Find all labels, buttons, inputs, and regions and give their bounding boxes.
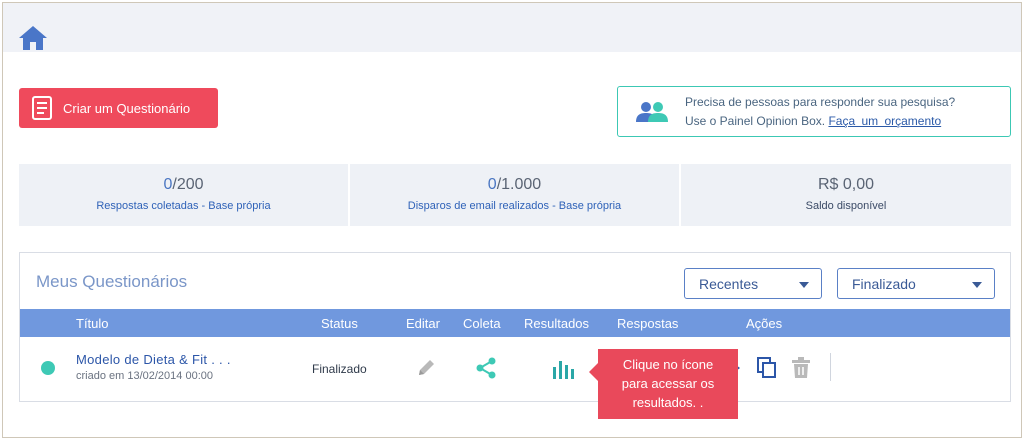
results-tooltip: Clique no ícone para acessar os resultad…	[589, 349, 738, 419]
home-icon[interactable]	[18, 25, 48, 51]
header-results: Resultados	[524, 316, 590, 331]
status-filter-value: Finalizado	[852, 276, 916, 292]
panel-promo-box: Precisa de pessoas para responder sua pe…	[617, 86, 1011, 137]
promo-line-1: Precisa de pessoas para responder sua pe…	[685, 95, 956, 109]
header-responses: Respostas	[617, 316, 679, 331]
header-title[interactable]: Título	[76, 316, 109, 331]
table-row: Modelo de Dieta & Fit . . . criado em 13…	[20, 337, 1010, 399]
stat-responses-label: Respostas coletadas - Base própria	[96, 200, 271, 212]
create-questionnaire-button[interactable]: Criar um Questionário	[19, 88, 218, 128]
bar-chart-icon[interactable]	[552, 359, 576, 379]
actions-divider	[830, 353, 831, 381]
stat-emails-value: 0/1.000	[487, 176, 542, 193]
trash-icon[interactable]	[791, 357, 811, 379]
sort-select-value: Recentes	[699, 276, 759, 292]
request-quote-link[interactable]: Faça um orçamento	[828, 114, 941, 128]
stat-responses: 0/200 Respostas coletadas - Base própria	[19, 164, 348, 226]
header-actions: Ações	[746, 316, 783, 331]
stat-responses-value: 0/200	[163, 176, 204, 193]
stat-balance-label: Saldo disponível	[805, 200, 887, 212]
create-questionnaire-label: Criar um Questionário	[63, 100, 191, 116]
chevron-down-icon	[972, 282, 982, 288]
promo-line-2: Use o Painel Opinion Box. Faça um orçame…	[685, 114, 941, 128]
questionnaire-status: Finalizado	[312, 362, 367, 376]
people-icon	[636, 102, 668, 122]
stat-emails: 0/1.000 Disparos de email realizados - B…	[350, 164, 679, 226]
share-icon[interactable]	[475, 357, 497, 379]
tooltip-line-3: resultados. .	[632, 395, 704, 410]
panel-title: Meus Questionários	[36, 272, 188, 291]
my-questionnaires-panel: Meus Questionários Recentes Finalizado T…	[19, 252, 1011, 402]
status-filter-select[interactable]: Finalizado	[837, 268, 995, 299]
table-header: Título Status Editar Coleta Resultados R…	[20, 309, 1010, 337]
stat-emails-label: Disparos de email realizados - Base próp…	[407, 200, 622, 212]
stat-balance-value: R$ 0,00	[817, 176, 875, 193]
tooltip-line-2: para acessar os	[621, 376, 715, 391]
document-icon	[32, 96, 52, 120]
questionnaire-created-date: criado em 13/02/2014 00:00	[76, 370, 213, 382]
top-bar	[3, 3, 1021, 52]
chevron-down-icon	[799, 282, 809, 288]
promo-line-2-prefix: Use o Painel Opinion Box.	[685, 114, 826, 128]
status-dot	[41, 361, 55, 375]
stat-balance: R$ 0,00 Saldo disponível	[681, 164, 1011, 226]
copy-icon[interactable]	[757, 357, 777, 379]
pencil-icon[interactable]	[416, 358, 436, 378]
tooltip-arrow	[589, 363, 598, 381]
header-edit: Editar	[406, 316, 440, 331]
header-status[interactable]: Status	[321, 316, 358, 331]
header-collect: Coleta	[463, 316, 501, 331]
questionnaire-title-link[interactable]: Modelo de Dieta & Fit . . .	[76, 352, 231, 367]
sort-select[interactable]: Recentes	[684, 268, 822, 299]
tooltip-line-1: Clique no ícone	[622, 357, 714, 372]
